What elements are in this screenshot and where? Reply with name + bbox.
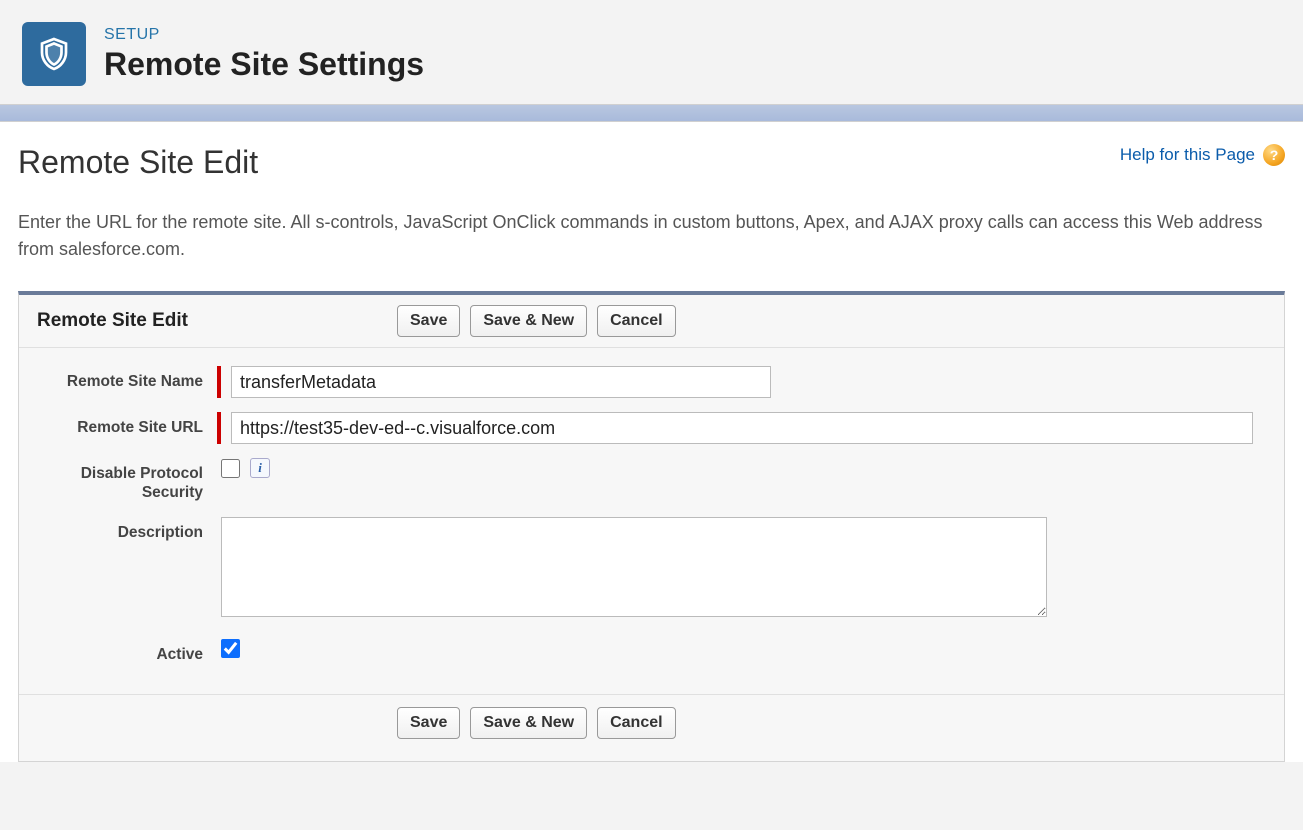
help-icon: ? bbox=[1263, 144, 1285, 166]
page-title: Remote Site Edit bbox=[18, 144, 258, 181]
page-description: Enter the URL for the remote site. All s… bbox=[18, 209, 1278, 263]
description-textarea[interactable] bbox=[221, 517, 1047, 617]
decorative-strip bbox=[0, 104, 1303, 122]
cancel-button[interactable]: Cancel bbox=[597, 305, 675, 337]
info-icon[interactable]: i bbox=[250, 458, 270, 478]
description-label: Description bbox=[37, 517, 217, 542]
required-indicator bbox=[217, 366, 221, 398]
setup-title: Remote Site Settings bbox=[104, 46, 424, 83]
cancel-button-bottom[interactable]: Cancel bbox=[597, 707, 675, 739]
remote-site-name-input[interactable] bbox=[231, 366, 771, 398]
save-and-new-button-bottom[interactable]: Save & New bbox=[470, 707, 587, 739]
disable-protocol-security-checkbox[interactable] bbox=[221, 459, 240, 478]
help-link[interactable]: Help for this Page ? bbox=[1120, 144, 1285, 166]
remote-site-edit-panel: Remote Site Edit Save Save & New Cancel … bbox=[18, 291, 1285, 762]
remote-site-url-input[interactable] bbox=[231, 412, 1253, 444]
active-label: Active bbox=[37, 639, 217, 664]
save-button-bottom[interactable]: Save bbox=[397, 707, 460, 739]
panel-title: Remote Site Edit bbox=[37, 310, 377, 332]
remote-site-name-label: Remote Site Name bbox=[37, 366, 217, 391]
help-link-label: Help for this Page bbox=[1120, 145, 1255, 165]
save-button[interactable]: Save bbox=[397, 305, 460, 337]
shield-icon bbox=[22, 22, 86, 86]
save-and-new-button[interactable]: Save & New bbox=[470, 305, 587, 337]
disable-protocol-security-label: Disable Protocol Security bbox=[37, 458, 217, 503]
required-indicator bbox=[217, 412, 221, 444]
remote-site-url-label: Remote Site URL bbox=[37, 412, 217, 437]
setup-header: SETUP Remote Site Settings bbox=[0, 0, 1303, 104]
setup-eyebrow: SETUP bbox=[104, 26, 424, 44]
active-checkbox[interactable] bbox=[221, 639, 240, 658]
